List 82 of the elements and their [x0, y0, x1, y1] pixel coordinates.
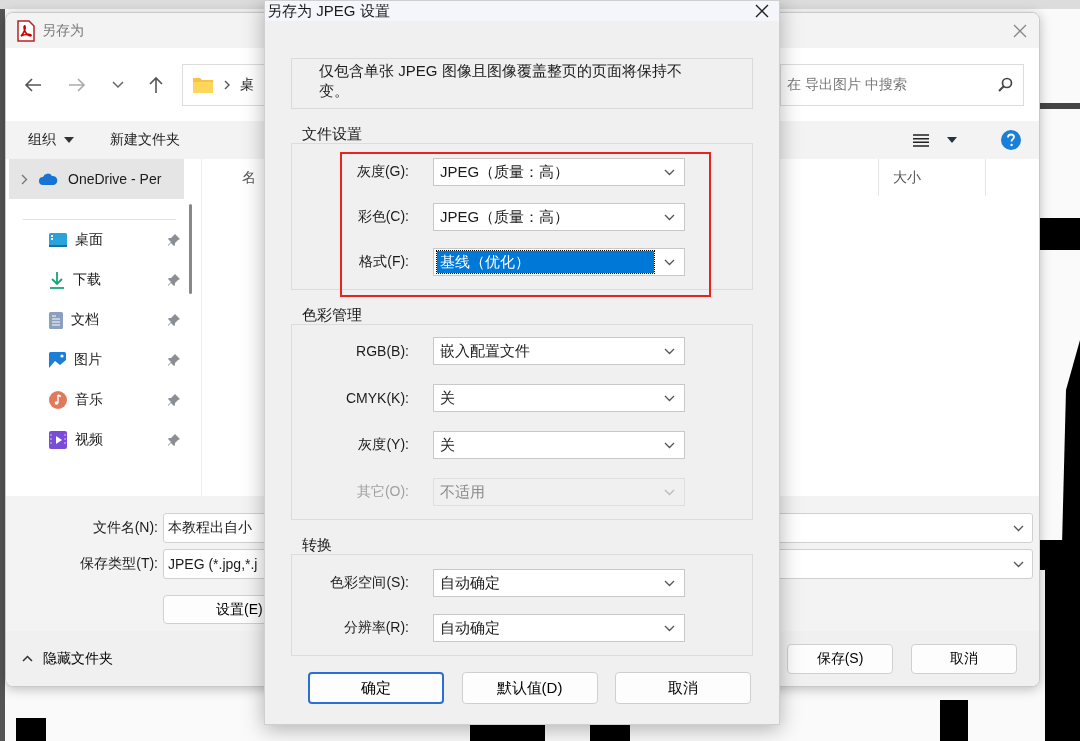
- chevron-down-icon[interactable]: [664, 624, 675, 632]
- up-arrow-icon[interactable]: [148, 75, 164, 94]
- chevron-down-icon[interactable]: [664, 441, 675, 449]
- sidebar-item[interactable]: OneDrive - Per: [9, 159, 184, 199]
- pin-icon[interactable]: [167, 313, 180, 327]
- pin-icon[interactable]: [167, 273, 180, 287]
- field-label: 文件名(N):: [91, 519, 159, 537]
- dialog-title: 另存为 JPEG 设置: [267, 1, 390, 21]
- dialog-button[interactable]: 确定: [308, 672, 444, 704]
- document-shape: [940, 700, 968, 741]
- address-crumb[interactable]: 桌: [240, 75, 254, 94]
- sidebar-item[interactable]: 桌面: [9, 220, 184, 260]
- sidebar-item[interactable]: 音乐: [9, 380, 184, 420]
- dropdown[interactable]: JPEG（质量：高）: [433, 158, 685, 186]
- chevron-down-icon[interactable]: [1013, 524, 1024, 532]
- cloud-icon: [38, 172, 58, 186]
- close-icon[interactable]: [755, 4, 769, 18]
- caret-down-icon[interactable]: [947, 137, 957, 143]
- chevron-down-icon[interactable]: [664, 213, 675, 221]
- dropdown[interactable]: 关: [433, 384, 685, 412]
- pin-icon[interactable]: [167, 393, 180, 407]
- option-label: CMYK(K):: [345, 390, 409, 406]
- folder-icon: [192, 75, 214, 94]
- view-list-icon[interactable]: [913, 133, 929, 147]
- column-header[interactable]: 名: [242, 168, 256, 187]
- option-label: 色彩空间(S):: [329, 574, 409, 592]
- field-label: 保存类型(T):: [79, 555, 159, 573]
- back-arrow-icon[interactable]: [24, 76, 42, 93]
- sidebar-item[interactable]: 图片: [9, 340, 184, 380]
- group-title: 转换: [302, 535, 332, 554]
- option-label: RGB(B):: [355, 343, 409, 359]
- option-label: 其它(O):: [355, 483, 409, 501]
- sidebar-item[interactable]: 视频: [9, 420, 184, 460]
- music-icon: [49, 391, 67, 409]
- pin-icon[interactable]: [167, 433, 180, 447]
- save-button[interactable]: 保存(S): [787, 643, 893, 674]
- caret-down-icon: [64, 137, 74, 143]
- image-icon: [49, 351, 66, 369]
- search-field[interactable]: 在 导出图片 中搜索: [780, 63, 1024, 106]
- document-icon: [49, 311, 63, 329]
- chevron-right-icon[interactable]: [21, 173, 28, 185]
- pdf-file-icon: [16, 19, 36, 42]
- desktop-icon: [49, 233, 67, 247]
- info-text: 仅包含单张 JPEG 图像且图像覆盖整页的页面将保持不变。: [291, 58, 753, 109]
- column-header[interactable]: 大小: [878, 159, 986, 196]
- window-title: 另存为: [42, 21, 84, 40]
- option-label: 灰度(G):: [355, 163, 409, 181]
- group-title: 文件设置: [302, 124, 362, 143]
- sidebar-item[interactable]: 下载: [9, 260, 184, 300]
- organize-button[interactable]: 组织: [28, 131, 74, 149]
- chevron-down-icon[interactable]: [664, 347, 675, 355]
- document-shape: [16, 718, 46, 741]
- chevron-down-icon[interactable]: [664, 394, 675, 402]
- dropdown[interactable]: JPEG（质量：高）: [433, 203, 685, 231]
- cancel-button[interactable]: 取消: [911, 643, 1017, 674]
- dropdown[interactable]: 关: [433, 431, 685, 459]
- option-label: 彩色(C):: [356, 208, 409, 226]
- dropdown[interactable]: 嵌入配置文件: [433, 337, 685, 365]
- new-folder-button[interactable]: 新建文件夹: [110, 131, 180, 149]
- chevron-down-icon[interactable]: [1013, 560, 1024, 568]
- dropdown[interactable]: 自动确定: [433, 569, 685, 597]
- video-icon: [49, 431, 67, 449]
- search-icon: [998, 77, 1013, 92]
- chevron-right-icon: [224, 79, 230, 90]
- help-icon[interactable]: [1001, 130, 1021, 150]
- option-label: 格式(F):: [358, 253, 409, 271]
- chevron-down-icon[interactable]: [664, 258, 675, 266]
- hide-folders-button[interactable]: 隐藏文件夹: [22, 649, 113, 668]
- dialog-button[interactable]: 取消: [615, 672, 751, 704]
- download-icon: [49, 271, 65, 289]
- sidebar-item[interactable]: 文档: [9, 300, 184, 340]
- pin-icon[interactable]: [167, 233, 180, 247]
- chevron-down-icon[interactable]: [664, 579, 675, 587]
- group-title: 色彩管理: [302, 305, 362, 324]
- pin-icon[interactable]: [167, 353, 180, 367]
- chevron-down-icon[interactable]: [112, 80, 124, 89]
- chevron-down-icon[interactable]: [664, 168, 675, 176]
- dropdown[interactable]: 基线（优化）: [433, 248, 685, 276]
- option-label: 灰度(Y):: [357, 436, 409, 454]
- chevron-up-icon: [22, 655, 33, 662]
- dialog-button[interactable]: 默认值(D): [461, 672, 598, 704]
- dropdown[interactable]: 自动确定: [433, 614, 685, 642]
